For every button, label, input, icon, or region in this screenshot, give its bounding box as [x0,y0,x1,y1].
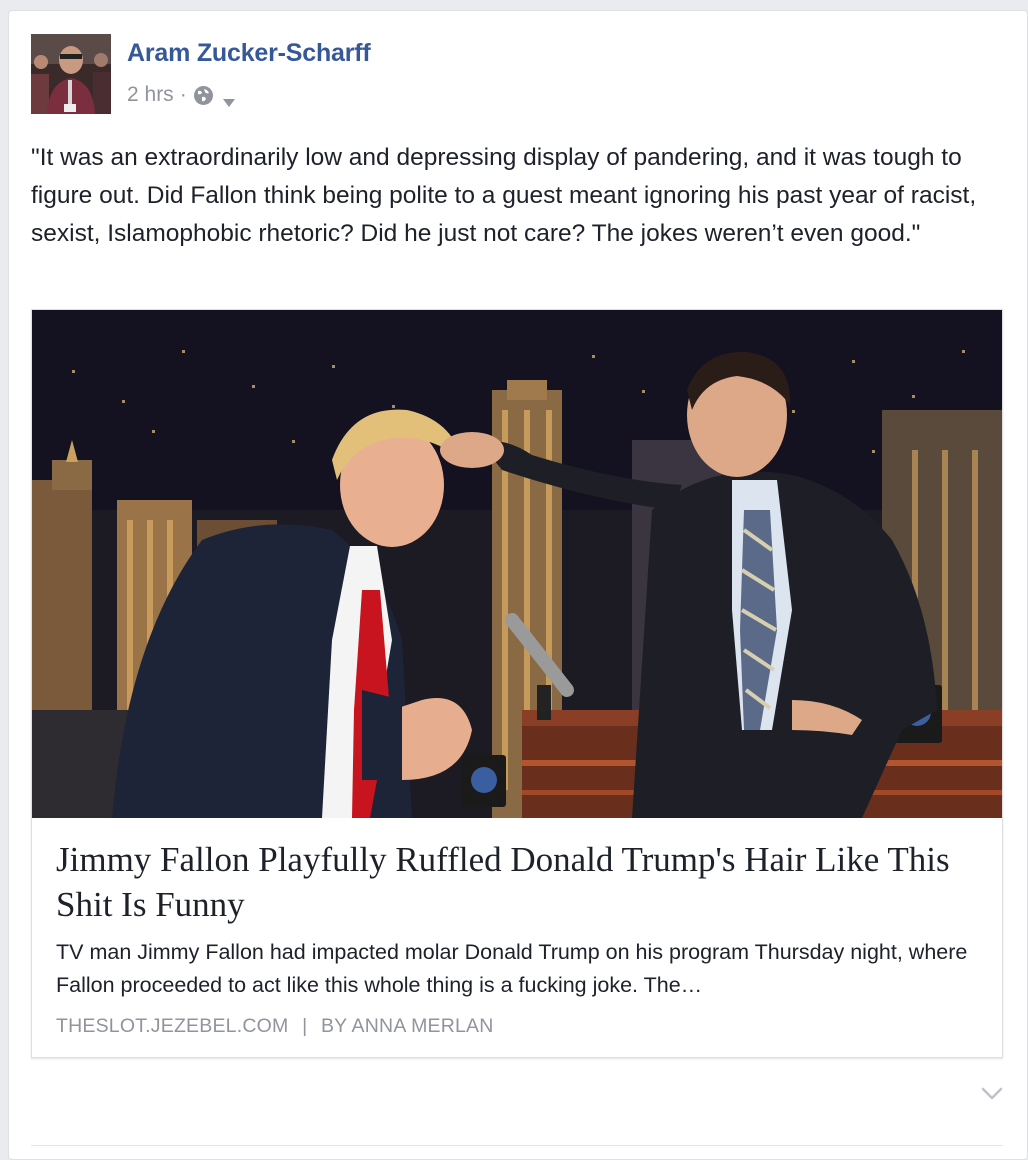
source-separator: | [302,1015,308,1037]
meta-separator: · [179,83,187,106]
caret-down-icon[interactable] [222,90,236,107]
chevron-down-icon[interactable] [981,1087,1003,1101]
link-byline: BY ANNA MERLAN [320,1015,494,1037]
feed-post: Aram Zucker-Scharff 2 hrs · "It was an e… [8,10,1028,1160]
link-source: THESLOT.JEZEBEL.COM | BY ANNA MERLAN [56,1015,494,1038]
post-footer-divider [31,1145,1003,1146]
post-meta: 2 hrs · [127,83,236,107]
link-preview-image[interactable] [32,310,1002,818]
globe-icon[interactable] [193,85,214,106]
link-domain: THESLOT.JEZEBEL.COM [56,1015,289,1037]
link-title[interactable]: Jimmy Fallon Playfully Ruffled Donald Tr… [56,837,986,927]
author-avatar[interactable] [31,34,111,114]
post-message: "It was an extraordinarily low and depre… [31,144,977,247]
link-preview-card[interactable]: Jimmy Fallon Playfully Ruffled Donald Tr… [31,309,1003,1058]
author-name-link[interactable]: Aram Zucker-Scharff [127,39,371,68]
post-timestamp[interactable]: 2 hrs [127,83,174,107]
link-description: TV man Jimmy Fallon had impacted molar D… [56,940,968,997]
